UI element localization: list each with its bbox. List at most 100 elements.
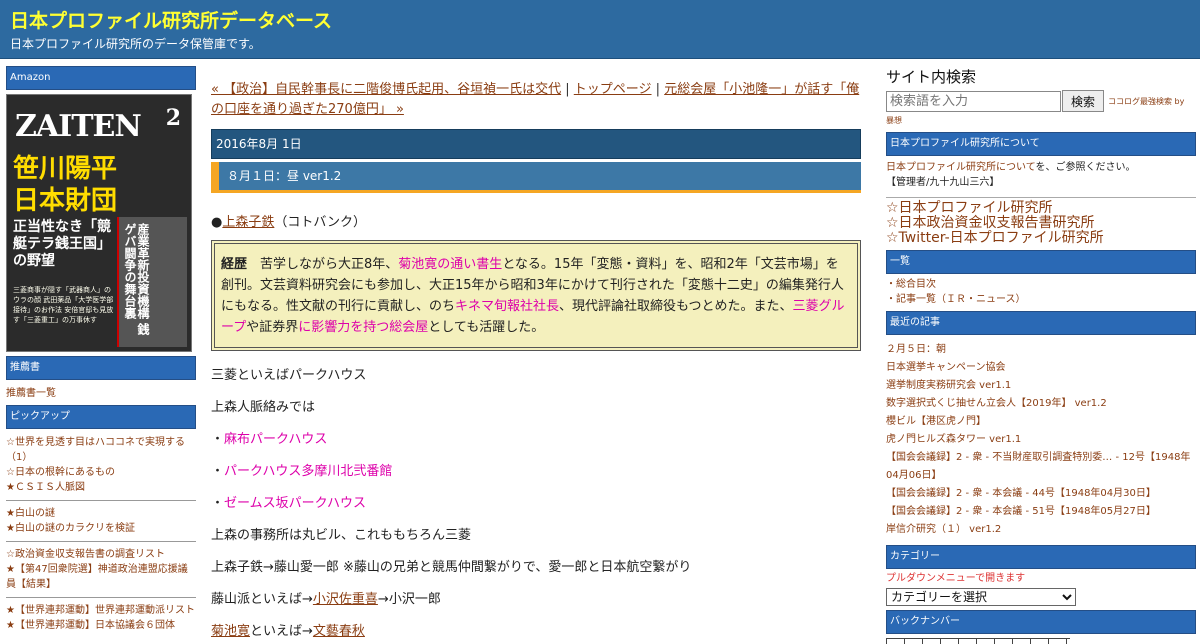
career-text: や証券界 — [246, 320, 299, 335]
text: といえば→ — [250, 624, 313, 639]
main-content: « 【政治】自民幹事長に二階俊博氏起用、谷垣禎一氏は交代 | トップページ | … — [211, 80, 861, 642]
pickup-list: ☆世界を見透す目はハココネで実現する（1） ☆日本の根幹にあるもの ★ＣＳＩＳ人… — [6, 429, 196, 637]
recent-entry-link[interactable]: 岸信介研究（１） ver1.2 — [886, 521, 1196, 539]
recommended-list-link[interactable]: 推薦書一覧 — [6, 386, 196, 401]
recent-entry-link[interactable]: 【国会会議録】2 - 衆 - 本会議 - 44号【1948年04月30日】 — [886, 485, 1196, 503]
list-item: ・パークハウス多摩川北弐番館 — [211, 461, 861, 482]
publisher-link[interactable]: 文藝春秋 — [313, 624, 365, 639]
building-link[interactable]: 麻布パークハウス — [224, 432, 327, 447]
list-item: ・ゼームス坂パークハウス — [211, 493, 861, 514]
site-subtitle: 日本プロファイル研究所のデータ保管庫です。 — [10, 37, 261, 51]
career-highlight: キネマ旬報社社長 — [455, 299, 560, 314]
admin-text: 【管理者/九十九山三六】 — [886, 177, 1000, 188]
career-text: 、現代評論社取締役もつとめた。また、 — [559, 299, 793, 314]
search-powered-by-author[interactable]: 暴想 — [886, 114, 1196, 128]
backnumber-heading: バックナンバー — [886, 610, 1196, 634]
career-text: としても活躍した。 — [428, 320, 545, 335]
recent-entry-link[interactable]: 櫻ビル【港区虎ノ門】 — [886, 413, 1196, 431]
pickup-item[interactable]: ★【世界連邦運動】日本協議会６団体 — [6, 618, 196, 633]
pickup-item[interactable]: ★【世界連邦運動】世界連邦運動派リスト — [6, 603, 196, 618]
right-sidebar: サイト内検索 検索 ココログ最強検索 by 暴想 日本プロファイル研究所について… — [886, 67, 1196, 644]
nav-separator: | — [655, 82, 661, 97]
book-bottom-text: 三菱商事が隠す「武器商人」のウラの顔 武田薬品「大学医学部接待」のお作法 安倍官… — [13, 286, 114, 324]
building-link[interactable]: ゼームス坂パークハウス — [224, 496, 366, 511]
site-title[interactable]: 日本プロファイル研究所データベース — [10, 9, 1200, 33]
pickup-item[interactable]: ☆日本の根幹にあるもの — [6, 465, 196, 480]
paragraph: 上森子鉄→藤山愛一郎 ※藤山の兄弟と競馬仲間繋がりで、愛一郎と日本航空繋がり — [211, 560, 692, 575]
search-heading: サイト内検索 — [886, 68, 977, 86]
backnumber-calendar[interactable] — [886, 638, 1070, 644]
paragraph: 藤山派といえば→小沢佐重喜→小沢一郎 — [211, 589, 861, 610]
career-label: 経歴 — [221, 257, 248, 272]
recent-entry-link[interactable]: 日本選挙キャンペーン協会 — [886, 359, 1196, 377]
about-heading: 日本プロファイル研究所について — [886, 132, 1196, 156]
bullet: ● — [211, 215, 223, 230]
book-headline-line2: 日本財団 — [13, 186, 118, 216]
search-input[interactable] — [886, 90, 1061, 112]
paragraph: 菊池寛といえば→文藝春秋 — [211, 621, 861, 642]
index-heading: 一覧 — [886, 250, 1196, 274]
divider — [6, 541, 196, 542]
recent-entry-link[interactable]: 数字選択式くじ抽せん立会人【2019年】 ver1.2 — [886, 395, 1196, 413]
entry-navigation: « 【政治】自民幹事長に二階俊博氏起用、谷垣禎一氏は交代 | トップページ | … — [211, 80, 861, 120]
about-link[interactable]: 日本プロファイル研究所について — [886, 162, 1036, 173]
book-magazine-name: ZAITEN — [15, 109, 142, 144]
entry-title: ８月１日：昼 ver1.2 — [211, 162, 861, 193]
bio-source: （コトバンク） — [274, 215, 367, 230]
pickup-item[interactable]: ★白山の謎のカラクリを検証 — [6, 521, 196, 536]
book-side-text: 産業革新投資機構 銭ゲバ闘争の舞台裏 — [123, 223, 150, 336]
category-heading: カテゴリー — [886, 545, 1196, 569]
external-link[interactable]: ☆Twitter-日本プロファイル研究所 — [886, 231, 1196, 246]
recent-list: ２月５日：朝 日本選挙キャンペーン協会 選挙制度実務研究会 ver1.1 数字選… — [886, 335, 1196, 541]
left-sidebar: Amazon ZAITEN 2 笹川陽平 日本財団 正当性なき「競艇テラ銭王国」… — [6, 66, 196, 637]
pickup-heading: ピックアップ — [6, 405, 196, 429]
career-highlight: 菊池寛の通い書生 — [398, 257, 503, 272]
recent-entry-link[interactable]: 【国会会議録】2 - 衆 - 不当財産取引調査特別委… - 12号【1948年0… — [886, 449, 1196, 485]
pickup-item[interactable]: ★【第47回衆院選】神道政治連盟応援議員【結果】 — [6, 562, 196, 592]
prev-entry-link[interactable]: « 【政治】自民幹事長に二階俊博氏起用、谷垣禎一氏は交代 — [211, 82, 561, 97]
index-link[interactable]: ・総合目次 — [886, 277, 1196, 292]
index-link[interactable]: ・記事一覧（ＩＲ・ニュース） — [886, 292, 1196, 307]
career-box: 経歴 苦学しながら大正8年、菊池寛の通い書生となる。15年「変態・資料」を、昭和… — [211, 240, 861, 351]
search-powered-by[interactable]: ココログ最強検索 by — [1108, 96, 1184, 107]
career-highlight: に影響力を持つ総会屋 — [298, 320, 429, 335]
paragraph: 上森人脈絡みでは — [211, 400, 316, 415]
bullet: ・ — [211, 464, 225, 479]
pickup-item[interactable]: ☆世界を見透す目はハココネで実現する（1） — [6, 435, 196, 465]
pickup-item[interactable]: ☆政治資金収支報告書の調査リスト — [6, 547, 196, 562]
entry-date: 2016年8月 1日 — [211, 129, 861, 159]
nav-separator: | — [565, 82, 570, 97]
bullet: ・ — [211, 432, 225, 447]
recent-entry-link[interactable]: 虎ノ門ヒルズ森タワー ver1.1 — [886, 431, 1196, 449]
recent-entry-link[interactable]: ２月５日：朝 — [886, 341, 1196, 359]
category-select[interactable]: カテゴリーを選択 — [886, 588, 1076, 606]
bio-line: ●上森子鉄（コトバンク） — [211, 211, 861, 230]
recent-entry-link[interactable]: 【国会会議録】2 - 衆 - 本会議 - 51号【1948年05月27日】 — [886, 503, 1196, 521]
site-header: 日本プロファイル研究所データベース 日本プロファイル研究所のデータ保管庫です。 — [0, 0, 1200, 59]
book-side-panel: 産業革新投資機構 銭ゲバ闘争の舞台裏 — [117, 217, 187, 347]
person-link[interactable]: 上森子鉄 — [222, 215, 274, 230]
external-link[interactable]: ☆日本プロファイル研究所 — [886, 201, 1196, 216]
paragraph: 三菱といえばパークハウス — [211, 368, 367, 383]
person-link[interactable]: 小沢佐重喜 — [313, 592, 378, 607]
book-issue-number: 2 — [165, 105, 181, 131]
text: →小沢一郎 — [377, 592, 441, 607]
search-form: 検索 ココログ最強検索 by — [886, 90, 1196, 112]
book-cover-image[interactable]: ZAITEN 2 笹川陽平 日本財団 正当性なき「競艇テラ銭王国」の野望 産業革… — [6, 94, 192, 352]
person-link[interactable]: 菊池寛 — [211, 624, 250, 639]
divider — [6, 500, 196, 501]
about-text: 日本プロファイル研究所についてを、ご参照ください。 【管理者/九十九山三六】 — [886, 156, 1196, 193]
recent-entry-link[interactable]: 選挙制度実務研究会 ver1.1 — [886, 377, 1196, 395]
about-suffix: を、ご参照ください。 — [1035, 162, 1136, 173]
building-link[interactable]: パークハウス多摩川北弐番館 — [224, 464, 392, 479]
paragraph: 上森の事務所は丸ビル、これももちろん三菱 — [211, 528, 472, 543]
search-button[interactable]: 検索 — [1062, 90, 1104, 112]
external-link[interactable]: ☆日本政治資金収支報告書研究所 — [886, 216, 1196, 231]
divider — [886, 197, 1196, 198]
book-headline: 笹川陽平 日本財団 — [13, 153, 117, 217]
pickup-item[interactable]: ★白山の謎 — [6, 506, 196, 521]
top-page-link[interactable]: トップページ — [574, 82, 652, 97]
pickup-item[interactable]: ★ＣＳＩＳ人脈図 — [6, 480, 196, 495]
list-item: ・麻布パークハウス — [211, 429, 861, 450]
book-subhead: 正当性なき「競艇テラ銭王国」の野望 — [13, 219, 111, 269]
